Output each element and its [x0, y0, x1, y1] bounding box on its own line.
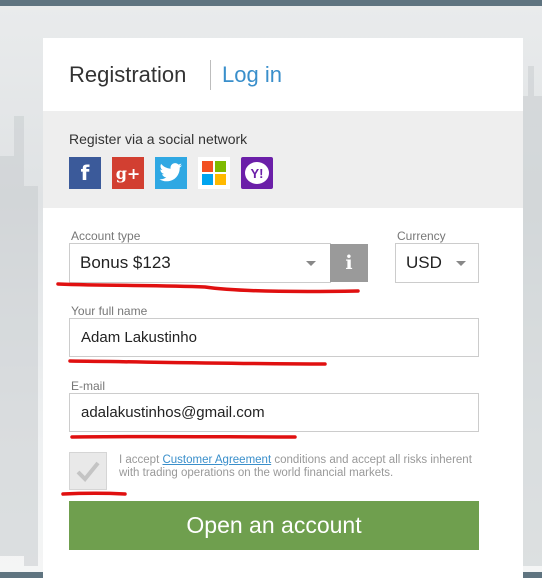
- full-name-input[interactable]: Adam Lakustinho: [69, 318, 479, 357]
- currency-select[interactable]: USD: [395, 243, 479, 283]
- email-label: E-mail: [71, 379, 105, 393]
- checkmark-icon: [75, 459, 101, 483]
- social-label: Register via a social network: [69, 131, 247, 147]
- account-type-label: Account type: [71, 229, 140, 243]
- twitter-icon[interactable]: [155, 157, 187, 189]
- account-type-select[interactable]: Bonus $123: [69, 243, 331, 283]
- chevron-down-icon: [306, 261, 316, 266]
- open-account-button[interactable]: Open an account: [69, 501, 479, 550]
- account-type-value: Bonus $123: [80, 253, 171, 273]
- currency-label: Currency: [397, 229, 446, 243]
- email-input[interactable]: adalakustinhos@gmail.com: [69, 393, 479, 432]
- google-plus-icon[interactable]: g+: [112, 157, 144, 189]
- chevron-down-icon: [456, 261, 466, 266]
- info-button[interactable]: i: [330, 244, 368, 282]
- agree-checkbox[interactable]: [69, 452, 107, 490]
- agree-prefix: I accept: [119, 454, 159, 466]
- social-icons: f g+ Y!: [69, 157, 273, 189]
- yahoo-glyph: Y!: [245, 162, 269, 184]
- registration-panel: Registration Log in Register via a socia…: [43, 38, 523, 578]
- microsoft-logo-icon: [201, 160, 227, 186]
- customer-agreement-link[interactable]: Customer Agreement: [162, 454, 271, 466]
- agreement-text: I accept Customer Agreement conditions a…: [119, 454, 479, 480]
- yahoo-icon[interactable]: Y!: [241, 157, 273, 189]
- currency-value: USD: [406, 253, 442, 273]
- microsoft-icon[interactable]: [198, 157, 230, 189]
- full-name-label: Your full name: [71, 304, 147, 318]
- social-register-section: Register via a social network f g+ Y!: [43, 111, 523, 208]
- twitter-bird-icon: [159, 163, 183, 183]
- tab-login[interactable]: Log in: [222, 62, 282, 88]
- tab-divider: [210, 60, 211, 90]
- facebook-icon[interactable]: f: [69, 157, 101, 189]
- tab-bar: Registration Log in: [43, 38, 523, 111]
- tab-registration[interactable]: Registration: [69, 62, 186, 88]
